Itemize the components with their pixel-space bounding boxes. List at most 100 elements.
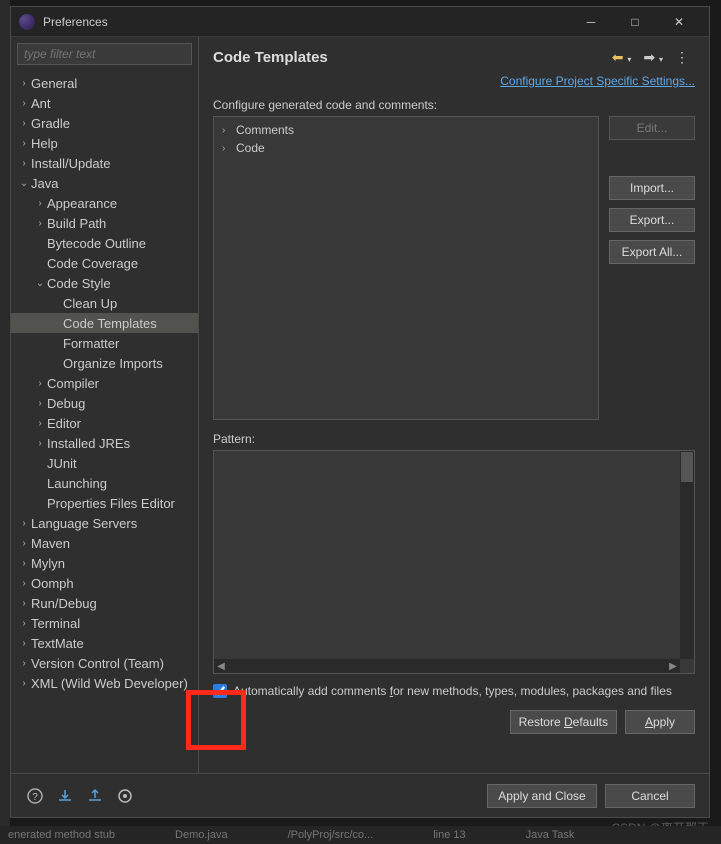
edit-button: Edit... [609,116,695,140]
tree-item-junit[interactable]: JUnit [11,453,198,473]
tree-item-compiler[interactable]: ›Compiler [11,373,198,393]
tree-item-xml-wild-web-developer-[interactable]: ›XML (Wild Web Developer) [11,673,198,693]
chevron-down-icon[interactable]: ⌄ [17,178,31,189]
apply-and-close-button[interactable]: Apply and Close [487,784,597,808]
restore-defaults-button[interactable]: Restore Defaults [510,710,617,734]
chevron-right-icon[interactable]: › [17,138,31,149]
tree-item-terminal[interactable]: ›Terminal [11,613,198,633]
filter-input[interactable] [17,43,192,65]
help-icon[interactable]: ? [25,786,45,806]
import-button[interactable]: Import... [609,176,695,200]
tree-item-label: Install/Update [31,156,111,171]
project-specific-link[interactable]: Configure Project Specific Settings... [500,74,695,88]
chevron-right-icon[interactable]: › [17,638,31,649]
export-prefs-icon[interactable] [85,786,105,806]
chevron-right-icon[interactable]: › [33,198,47,209]
dialog-footer: ? Apply and Close Cancel [11,773,709,817]
tree-item-label: Gradle [31,116,70,131]
menu-button[interactable]: ⋮ [669,47,695,68]
window-title: Preferences [43,15,108,29]
pattern-vscroll[interactable] [680,451,694,659]
templates-item-code[interactable]: ›Code [218,139,594,157]
tree-item-ant[interactable]: ›Ant [11,93,198,113]
tree-item-editor[interactable]: ›Editor [11,413,198,433]
chevron-right-icon[interactable]: › [17,658,31,669]
chevron-right-icon[interactable]: › [17,558,31,569]
cancel-button[interactable]: Cancel [605,784,695,808]
tree-item-maven[interactable]: ›Maven [11,533,198,553]
close-button[interactable]: ✕ [657,8,701,36]
tree-item-organize-imports[interactable]: Organize Imports [11,353,198,373]
section-label: Configure generated code and comments: [213,98,695,112]
export-all-button[interactable]: Export All... [609,240,695,264]
pattern-label: Pattern: [213,432,695,446]
pattern-hscroll[interactable]: ◀▶ [214,659,680,673]
tree-item-installed-jres[interactable]: ›Installed JREs [11,433,198,453]
tree-item-label: General [31,76,77,91]
tree-item-appearance[interactable]: ›Appearance [11,193,198,213]
chevron-right-icon[interactable]: › [17,578,31,589]
tree-item-label: Editor [47,416,81,431]
tree-item-oomph[interactable]: ›Oomph [11,573,198,593]
chevron-right-icon[interactable]: › [33,378,47,389]
tree-item-label: Appearance [47,196,117,211]
templates-item-comments[interactable]: ›Comments [218,121,594,139]
tree-item-label: Java [31,176,58,191]
tree-item-bytecode-outline[interactable]: Bytecode Outline [11,233,198,253]
apply-button[interactable]: Apply [625,710,695,734]
preferences-tree[interactable]: ›General›Ant›Gradle›Help›Install/Update⌄… [11,71,198,773]
tree-item-general[interactable]: ›General [11,73,198,93]
tree-item-textmate[interactable]: ›TextMate [11,633,198,653]
chevron-right-icon[interactable]: › [17,598,31,609]
chevron-right-icon[interactable]: › [17,158,31,169]
tree-item-formatter[interactable]: Formatter [11,333,198,353]
templates-tree[interactable]: ›Comments ›Code [213,116,599,420]
pattern-textarea[interactable]: ◀▶ [213,450,695,674]
chevron-right-icon[interactable]: › [17,118,31,129]
chevron-right-icon[interactable]: › [17,518,31,529]
tree-item-label: TextMate [31,636,84,651]
tree-item-launching[interactable]: Launching [11,473,198,493]
tree-item-clean-up[interactable]: Clean Up [11,293,198,313]
chevron-right-icon[interactable]: › [17,618,31,629]
auto-comments-row: Automatically add comments for new metho… [213,684,695,698]
tree-item-label: Bytecode Outline [47,236,146,251]
tree-item-label: Compiler [47,376,99,391]
tree-item-version-control-team-[interactable]: ›Version Control (Team) [11,653,198,673]
maximize-button[interactable]: □ [613,8,657,36]
chevron-right-icon[interactable]: › [33,218,47,229]
tree-item-mylyn[interactable]: ›Mylyn [11,553,198,573]
oomph-icon[interactable] [115,786,135,806]
chevron-right-icon[interactable]: › [17,78,31,89]
tree-item-build-path[interactable]: ›Build Path [11,213,198,233]
auto-comments-checkbox[interactable] [213,684,227,698]
tree-item-run-debug[interactable]: ›Run/Debug [11,593,198,613]
tree-item-gradle[interactable]: ›Gradle [11,113,198,133]
chevron-right-icon[interactable]: › [33,438,47,449]
tree-item-label: Ant [31,96,51,111]
chevron-right-icon[interactable]: › [33,418,47,429]
tree-item-java[interactable]: ⌄Java [11,173,198,193]
tree-item-language-servers[interactable]: ›Language Servers [11,513,198,533]
chevron-right-icon[interactable]: › [17,538,31,549]
chevron-down-icon[interactable]: ⌄ [33,278,47,289]
tree-item-install-update[interactable]: ›Install/Update [11,153,198,173]
chevron-right-icon[interactable]: › [17,98,31,109]
chevron-right-icon[interactable]: › [33,398,47,409]
export-button[interactable]: Export... [609,208,695,232]
tree-item-properties-files-editor[interactable]: Properties Files Editor [11,493,198,513]
minimize-button[interactable]: ─ [569,8,613,36]
chevron-right-icon[interactable]: › [17,678,31,689]
import-prefs-icon[interactable] [55,786,75,806]
svg-text:?: ? [32,792,38,803]
tree-item-code-style[interactable]: ⌄Code Style [11,273,198,293]
preferences-window: Preferences ─ □ ✕ ›General›Ant›Gradle›He… [10,6,710,818]
tree-item-code-coverage[interactable]: Code Coverage [11,253,198,273]
back-button[interactable]: ⬅ ▾ [606,47,638,68]
forward-button[interactable]: ➡ ▾ [637,47,669,68]
auto-comments-label[interactable]: Automatically add comments for new metho… [233,684,672,698]
tree-item-code-templates[interactable]: Code Templates [11,313,198,333]
tree-item-label: Properties Files Editor [47,496,175,511]
tree-item-debug[interactable]: ›Debug [11,393,198,413]
tree-item-help[interactable]: ›Help [11,133,198,153]
